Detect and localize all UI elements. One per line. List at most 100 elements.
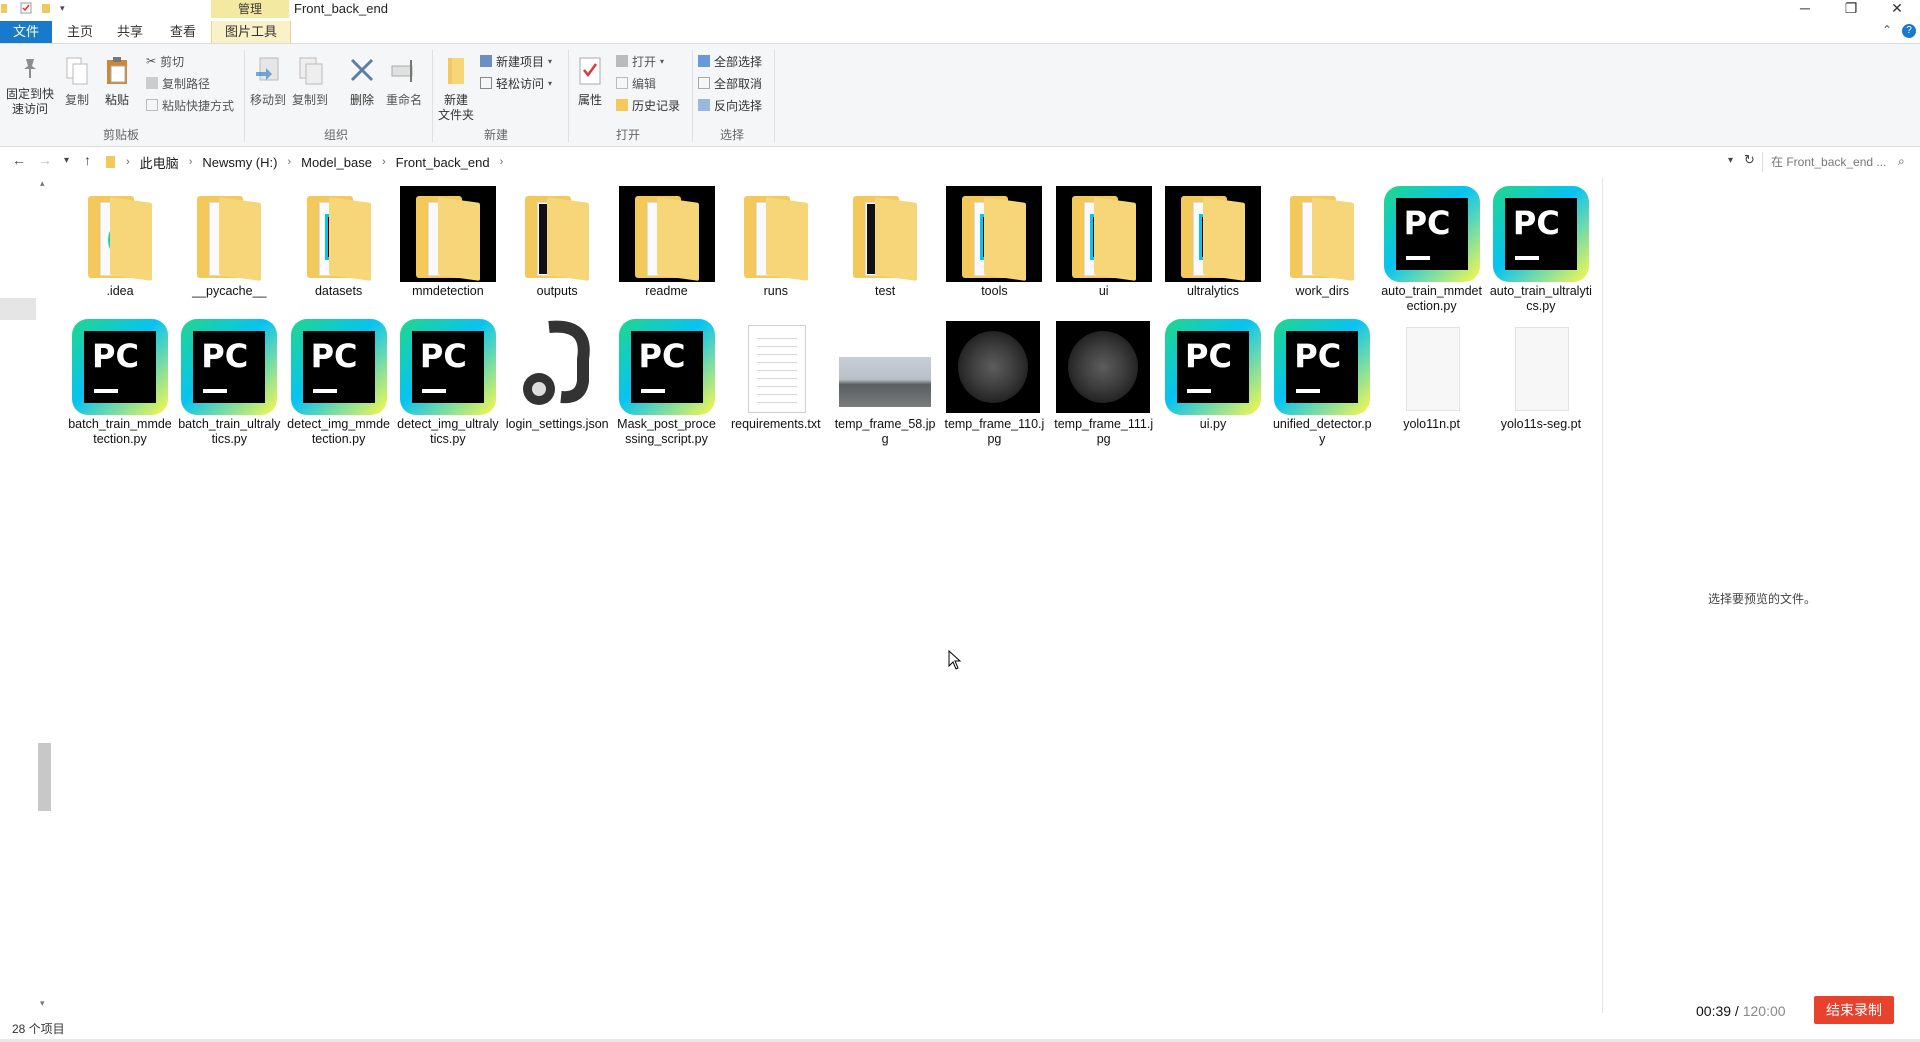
restore-button[interactable]: ❐	[1828, 0, 1874, 18]
delete-button[interactable]: 删除	[344, 56, 380, 108]
tab-view[interactable]: 查看	[163, 21, 203, 43]
up-arrow-icon[interactable]: ↑	[84, 152, 91, 168]
qat-dropdown-icon[interactable]: ▾	[60, 3, 65, 14]
file-item[interactable]: yolo11n.pt	[1380, 319, 1484, 432]
new-folder-small-icon[interactable]	[40, 2, 52, 14]
file-item[interactable]: work_dirs	[1270, 186, 1374, 299]
title-bar: ▾ 管理 Front_back_end ─ ❐ ✕	[0, 0, 1920, 18]
status-item-count: 28 个项目	[12, 1022, 65, 1036]
group-separator	[692, 50, 693, 142]
breadcrumb-drive[interactable]: Newsmy (H:)	[202, 155, 277, 170]
recent-locations-icon[interactable]: ▾	[64, 155, 69, 166]
file-item[interactable]: temp_frame_110.jpg	[942, 319, 1046, 447]
tab-share[interactable]: 共享	[110, 21, 150, 43]
paste-shortcut-button[interactable]: 粘贴快捷方式	[146, 96, 234, 114]
folder-icon	[306, 196, 371, 281]
file-item[interactable]: test	[833, 186, 937, 299]
file-item[interactable]: PC detect_img_ultralytics.py	[396, 319, 500, 447]
back-arrow-icon[interactable]: ←	[12, 152, 26, 168]
tab-home[interactable]: 主页	[60, 21, 100, 43]
file-item[interactable]: yolo11s-seg.pt	[1489, 319, 1593, 432]
properties-small-icon[interactable]	[20, 2, 32, 14]
invert-selection-button[interactable]: 反向选择	[698, 96, 762, 114]
manage-context-tab[interactable]: 管理	[211, 0, 289, 18]
search-input[interactable]: 在 Front_back_end ...	[1762, 152, 1920, 172]
address-dropdown-icon[interactable]: ▾	[1728, 155, 1733, 166]
collapse-ribbon-icon[interactable]: ⌃	[1882, 23, 1892, 37]
file-item[interactable]: readme	[615, 186, 719, 299]
file-item[interactable]: tools	[942, 186, 1046, 299]
file-item[interactable]: datasets	[287, 186, 391, 299]
file-item[interactable]: mmdetection	[396, 186, 500, 299]
easy-access-button[interactable]: 轻松访问 ▾	[480, 74, 552, 92]
file-item[interactable]: temp_frame_111.jpg	[1052, 319, 1156, 447]
file-item[interactable]: PC auto_train_ultralytics.py	[1489, 186, 1593, 314]
copy-path-icon	[146, 77, 158, 89]
navigation-pane[interactable]	[0, 178, 40, 1013]
file-item[interactable]: login_settings.json	[505, 319, 609, 432]
copy-button[interactable]: 复制	[62, 56, 92, 108]
file-item[interactable]: PC batch_train_ultralytics.py	[177, 319, 281, 447]
move-to-button[interactable]: 移动到	[248, 56, 288, 108]
file-item[interactable]: PC batch_train_mmdetection.py	[68, 319, 172, 447]
file-thumbnail	[728, 319, 824, 415]
minimize-button[interactable]: ─	[1782, 0, 1828, 18]
file-item[interactable]: __pycache__	[177, 186, 281, 299]
file-name: temp_frame_111.jpg	[1054, 417, 1154, 446]
file-item[interactable]: PC unified_detector.py	[1270, 319, 1374, 447]
rename-button[interactable]: 重命名	[382, 56, 426, 108]
file-thumbnail	[1165, 186, 1261, 282]
group-separator	[568, 50, 569, 142]
navigation-scrollbar[interactable]: ▴ ▾	[38, 178, 52, 1013]
scrollbar-thumb[interactable]	[38, 743, 51, 811]
cut-button[interactable]: ✂ 剪切	[146, 52, 184, 70]
scroll-up-icon[interactable]: ▴	[40, 178, 45, 189]
delete-label: 删除	[349, 93, 374, 107]
open-button[interactable]: 打开 ▾	[616, 52, 664, 70]
refresh-icon[interactable]: ↻	[1744, 152, 1755, 168]
new-folder-button[interactable]: 新建 文件夹	[436, 56, 476, 123]
select-none-button[interactable]: 全部取消	[698, 74, 762, 92]
paste-button[interactable]: 粘贴	[102, 56, 132, 108]
copy-to-button[interactable]: 复制到	[290, 56, 330, 108]
file-item[interactable]: ui	[1052, 186, 1156, 299]
select-all-button[interactable]: 全部选择	[698, 52, 762, 70]
new-item-button[interactable]: 新建项目 ▾	[480, 52, 552, 70]
file-thumbnail	[1384, 319, 1480, 415]
breadcrumb-this-pc[interactable]: 此电脑	[140, 153, 179, 172]
file-item[interactable]: PC Mask_post_processing_script.py	[615, 319, 719, 447]
easy-access-label: 轻松访问	[496, 76, 545, 91]
folder-icon	[1181, 196, 1245, 281]
tab-file[interactable]: 文件	[0, 21, 52, 43]
scroll-down-icon[interactable]: ▾	[40, 998, 45, 1009]
file-item[interactable]: temp_frame_58.jpg	[833, 319, 937, 447]
forward-arrow-icon[interactable]: →	[38, 152, 52, 168]
image-thumbnail	[946, 321, 1041, 413]
cut-label: 剪切	[160, 54, 185, 69]
search-icon[interactable]: ⌕	[1898, 154, 1905, 169]
pin-quick-access-button[interactable]: 固定到快 速访问	[4, 56, 56, 117]
properties-button[interactable]: 属性	[572, 56, 608, 108]
breadcrumb-model-base[interactable]: Model_base	[301, 155, 372, 170]
ribbon: 固定到快 速访问 复制 粘贴 ✂ 剪切 复制路径 粘贴快捷方式 剪贴板 移动到 复…	[0, 43, 1920, 147]
breadcrumb-front-back-end[interactable]: Front_back_end	[396, 155, 490, 170]
nav-selected-item[interactable]	[0, 298, 36, 320]
file-item[interactable]: outputs	[505, 186, 609, 299]
file-item[interactable]: PC detect_img_mmdetection.py	[287, 319, 391, 447]
history-button[interactable]: 历史记录	[616, 96, 680, 114]
help-icon[interactable]: ?	[1902, 24, 1916, 38]
file-item[interactable]: .idea	[68, 186, 172, 299]
file-item[interactable]: ultralytics	[1161, 186, 1265, 299]
copy-path-button[interactable]: 复制路径	[146, 74, 210, 92]
file-item[interactable]: requirements.txt	[724, 319, 828, 432]
file-item[interactable]: PC ui.py	[1161, 319, 1265, 432]
tab-picture-tools[interactable]: 图片工具	[211, 21, 291, 43]
close-button[interactable]: ✕	[1874, 0, 1920, 18]
edit-button[interactable]: 编辑	[616, 74, 656, 92]
file-thumbnail: PC	[1492, 186, 1589, 282]
easy-access-icon	[480, 77, 492, 89]
breadcrumb-separator-icon: ›	[381, 156, 386, 168]
file-item[interactable]: runs	[724, 186, 828, 299]
file-item[interactable]: PC auto_train_mmdetection.py	[1380, 186, 1484, 314]
end-recording-button[interactable]: 结束录制	[1814, 996, 1894, 1024]
